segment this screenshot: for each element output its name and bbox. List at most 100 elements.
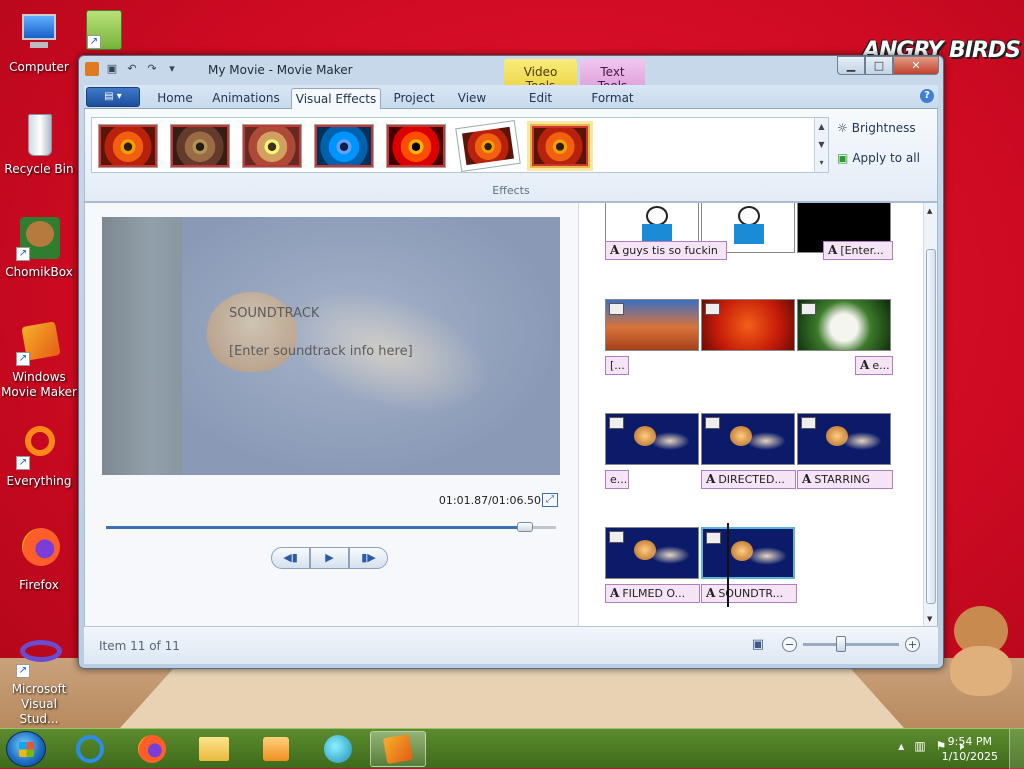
video-preview[interactable]: SOUNDTRACK [Enter soundtrack info here] (102, 217, 560, 475)
storyboard-scrollbar[interactable]: ▲ ▼ (923, 203, 937, 627)
playhead-marker[interactable] (727, 523, 729, 607)
scroll-down-arrow[interactable]: ▼ (927, 615, 932, 623)
taskbar-clock[interactable]: 9:54 PM 1/10/2025 (942, 734, 998, 764)
storyboard-clip[interactable] (605, 527, 699, 579)
start-button[interactable] (6, 731, 46, 767)
video-tools-header: Video Tools (504, 59, 577, 93)
storyboard-clip[interactable] (797, 299, 891, 351)
zoom-controls: ▣ − + (752, 636, 920, 652)
seek-handle[interactable] (516, 522, 533, 532)
window-controls: ▁ □ ✕ (837, 56, 939, 75)
minimize-button[interactable]: ▁ (837, 56, 865, 75)
network-icon[interactable]: ▥ (914, 739, 925, 754)
caption-label[interactable]: Ae... (855, 356, 893, 375)
effect-thumbnail[interactable] (170, 124, 230, 168)
effect-thumbnail[interactable] (386, 124, 446, 168)
preview-body-text: [Enter soundtrack info here] (229, 344, 413, 359)
desktop-icon-label: Everything (6, 474, 72, 488)
hamster-decoration (946, 598, 1016, 698)
close-button[interactable]: ✕ (893, 56, 939, 75)
storyboard-clip-selected[interactable] (701, 527, 795, 579)
storyboard-clip[interactable] (605, 413, 699, 465)
desktop-icon-visual-studio[interactable]: ↗ Microsoft Visual Stud... (1, 632, 77, 727)
apply-to-all-button[interactable]: ▣ Apply to all (837, 151, 920, 165)
zoom-slider-handle[interactable] (836, 636, 847, 652)
caption-label[interactable]: A STARRING (797, 470, 893, 489)
scrollbar-thumb[interactable] (926, 249, 936, 604)
next-frame-button[interactable]: ▮▶ (349, 547, 388, 569)
save-icon[interactable]: ▣ (105, 62, 119, 76)
caption-label[interactable]: Aguys tis so fuckin (605, 241, 727, 260)
desktop-icon-label: Firefox (19, 578, 59, 592)
gallery-scroll[interactable]: ▲ ▼ ▾ (814, 118, 828, 172)
desktop-icon-label: Recycle Bin (4, 162, 74, 176)
desktop-icon-chomikbox[interactable]: ↗ ChomikBox (1, 215, 77, 280)
desktop-icon-recycle-bin[interactable]: Recycle Bin (1, 112, 77, 177)
computer-icon (16, 10, 62, 56)
sun-icon: ☼ (837, 121, 848, 135)
caption-label[interactable]: A [Enter... (823, 241, 893, 260)
storyboard-clip[interactable] (701, 413, 795, 465)
storyboard-clip[interactable] (797, 413, 891, 465)
desktop-icon-movie-maker[interactable]: ↗ Windows Movie Maker (1, 320, 77, 400)
effect-thumbnail[interactable] (98, 124, 158, 168)
play-button[interactable]: ▶ (310, 547, 349, 569)
apply-all-icon: ▣ (837, 151, 849, 165)
storyboard-clip[interactable] (701, 299, 795, 351)
taskbar-firefox[interactable] (124, 731, 180, 767)
clock-date: 1/10/2025 (941, 750, 998, 763)
taskbar-explorer[interactable] (186, 731, 242, 767)
effect-thumbnail-selected[interactable] (530, 124, 590, 168)
tab-visual-effects[interactable]: Visual Effects (291, 88, 381, 109)
maximize-button[interactable]: □ (865, 56, 893, 75)
show-desktop-button[interactable] (1009, 729, 1024, 769)
effect-thumbnail[interactable] (455, 120, 521, 172)
help-icon[interactable]: ? (920, 89, 934, 103)
tab-view[interactable]: View (447, 88, 497, 109)
tab-edit[interactable]: Edit (504, 88, 577, 109)
playback-controls: ◀▮ ▶ ▮▶ (271, 547, 388, 569)
show-hidden-icons-icon[interactable]: ▴ (898, 739, 904, 754)
desktop-icon-computer[interactable]: Computer (1, 10, 77, 75)
taskbar-media-player[interactable] (248, 731, 304, 767)
preview-pane: SOUNDTRACK [Enter soundtrack info here] … (85, 203, 578, 627)
effect-thumbnail[interactable] (242, 124, 302, 168)
storyboard-pane: Aguys tis so fuckin A [Enter... [... Ae..… (579, 203, 937, 627)
movie-maker-app-icon[interactable] (85, 62, 99, 76)
storyboard-clip[interactable] (605, 299, 699, 351)
customize-qat-icon[interactable]: ▾ (165, 62, 179, 76)
zoom-out-button[interactable]: − (782, 637, 797, 652)
tab-home[interactable]: Home (146, 88, 204, 109)
taskbar-movie-maker[interactable] (370, 731, 426, 767)
desktop-icon-everything[interactable]: ↗ Everything (1, 424, 77, 489)
caption-label-selected[interactable]: A SOUNDTR... (701, 584, 797, 603)
zoom-slider[interactable] (803, 636, 899, 652)
taskbar-internet-explorer[interactable] (62, 731, 118, 767)
caption-label[interactable]: e... (605, 470, 629, 489)
thumbnail-size-icon[interactable]: ▣ (752, 637, 764, 652)
recycle-bin-icon (16, 112, 62, 158)
taskbar: ▴ ▥ ⚑ 🕨 9:54 PM 1/10/2025 (0, 728, 1024, 769)
caption-label[interactable]: A FILMED O... (605, 584, 700, 603)
taskbar-app[interactable] (310, 731, 366, 767)
undo-icon[interactable]: ↶ (125, 62, 139, 76)
apply-to-all-label: Apply to all (852, 151, 920, 165)
caption-label[interactable]: A DIRECTED... (701, 470, 796, 489)
zoom-in-button[interactable]: + (905, 637, 920, 652)
caption-label[interactable]: [... (605, 356, 629, 375)
fullscreen-icon[interactable]: ⤢ (542, 493, 558, 507)
redo-icon[interactable]: ↷ (145, 62, 159, 76)
scroll-up-arrow[interactable]: ▲ (927, 207, 932, 215)
desktop-icon-firefox[interactable]: Firefox (1, 528, 77, 593)
desktop-icon-label: Windows Movie Maker (1, 370, 77, 399)
tab-project[interactable]: Project (387, 88, 441, 109)
tab-format[interactable]: Format (580, 88, 645, 109)
tab-animations[interactable]: Animations (208, 88, 284, 109)
notepad-shortcut-icon[interactable]: ↗ (84, 10, 124, 54)
previous-frame-button[interactable]: ◀▮ (271, 547, 310, 569)
firefox-icon (16, 528, 62, 574)
seek-bar[interactable] (106, 522, 556, 532)
brightness-button[interactable]: ☼ Brightness (837, 121, 916, 135)
application-menu-button[interactable]: ▤ ▾ (86, 87, 140, 107)
effect-thumbnail[interactable] (314, 124, 374, 168)
